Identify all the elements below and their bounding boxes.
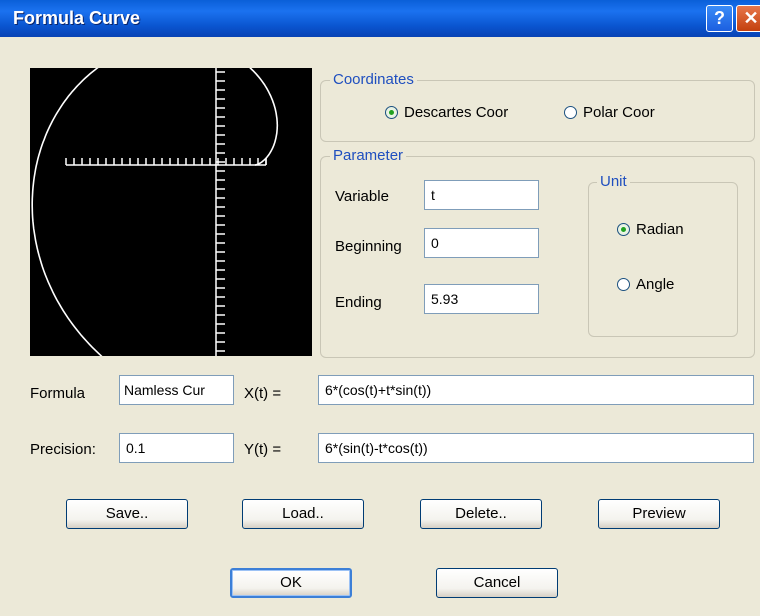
close-icon: ✕ (743, 8, 759, 28)
formula-name-input[interactable]: Namless Cur (119, 375, 234, 405)
precision-input[interactable]: 0.1 (119, 433, 234, 463)
unit-legend: Unit (597, 173, 630, 190)
ok-button[interactable]: OK (230, 568, 352, 598)
ending-input[interactable]: 5.93 (424, 284, 539, 314)
radian-label: Radian (636, 221, 684, 238)
radio-unselected-icon (617, 278, 630, 291)
curve-path (31, 68, 279, 356)
beginning-input[interactable]: 0 (424, 228, 539, 258)
help-button[interactable]: ? (706, 5, 733, 32)
variable-input[interactable]: t (424, 180, 539, 210)
coordinates-legend: Coordinates (330, 71, 417, 88)
descartes-coor-label: Descartes Coor (404, 104, 509, 121)
radian-radio[interactable]: Radian (617, 221, 684, 238)
radio-selected-icon (385, 106, 398, 119)
radio-selected-icon (617, 223, 630, 236)
precision-label: Precision: (30, 441, 96, 458)
polar-coor-radio[interactable]: Polar Coor (564, 104, 655, 121)
variable-label: Variable (335, 188, 389, 205)
delete-button[interactable]: Delete.. (420, 499, 542, 529)
window-title: Formula Curve (13, 8, 141, 28)
formula-label: Formula (30, 385, 86, 402)
close-button[interactable]: ✕ (736, 5, 760, 32)
beginning-label: Beginning (335, 238, 402, 255)
angle-radio[interactable]: Angle (617, 276, 674, 293)
radio-unselected-icon (564, 106, 577, 119)
title-bar[interactable]: Formula Curve ? ✕ (0, 0, 760, 37)
descartes-coor-radio[interactable]: Descartes Coor (385, 104, 508, 121)
angle-label: Angle (636, 276, 675, 293)
polar-coor-label: Polar Coor (583, 104, 655, 121)
parameter-legend: Parameter (330, 147, 407, 164)
preview-button[interactable]: Preview (598, 499, 720, 529)
coordinates-group: Coordinates Descartes Coor Polar Coor (320, 71, 755, 142)
save-button[interactable]: Save.. (66, 499, 188, 529)
x-formula-label: X(t) = (244, 385, 282, 402)
x-formula-input[interactable]: 6*(cos(t)+t*sin(t)) (318, 375, 754, 405)
curve-preview (30, 68, 312, 356)
load-button[interactable]: Load.. (242, 499, 364, 529)
y-formula-input[interactable]: 6*(sin(t)-t*cos(t)) (318, 433, 754, 463)
unit-group: Unit Radian Angle (588, 173, 738, 337)
ending-label: Ending (335, 294, 382, 311)
cancel-button[interactable]: Cancel (436, 568, 558, 598)
help-icon: ? (714, 8, 725, 28)
y-formula-label: Y(t) = (244, 441, 282, 458)
